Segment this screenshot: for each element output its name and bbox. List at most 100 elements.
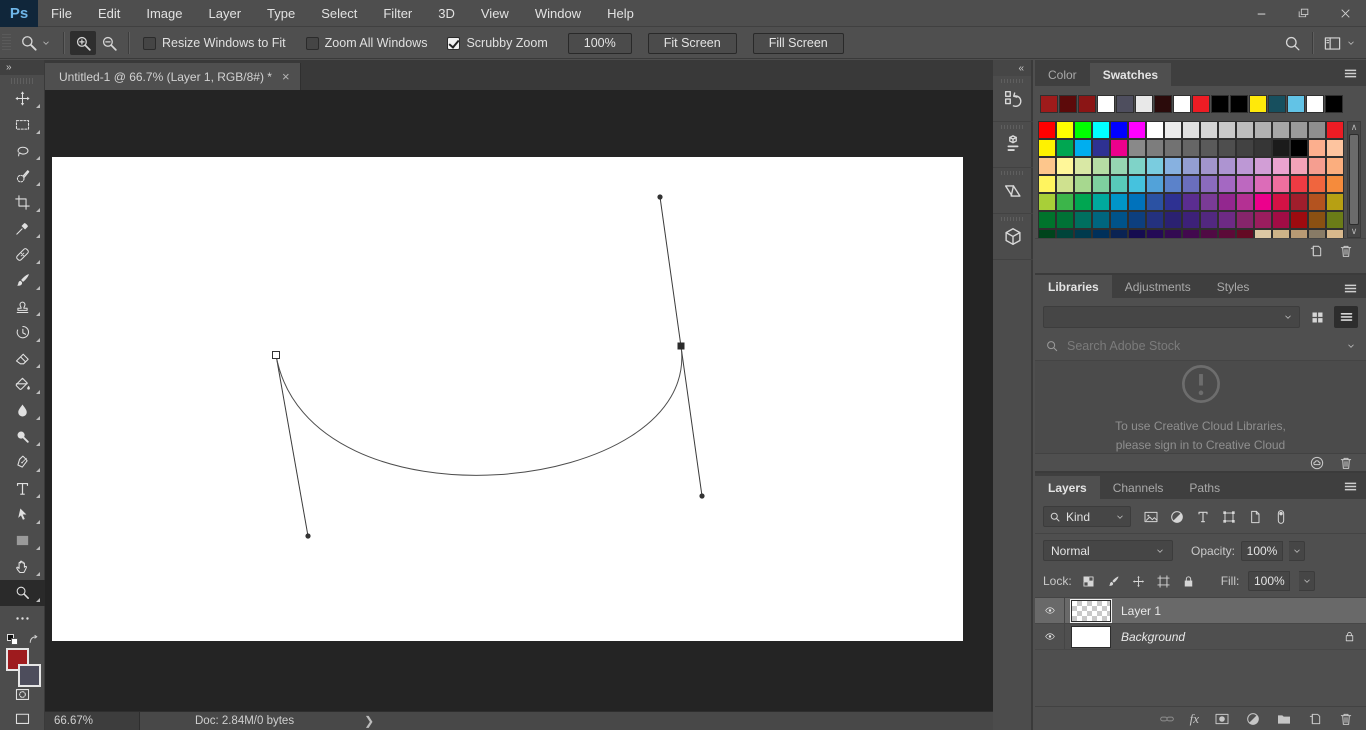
zoom-in-button[interactable] <box>70 31 96 55</box>
menu-help[interactable]: Help <box>594 0 647 26</box>
new-adjustment-layer-icon[interactable] <box>1245 711 1261 727</box>
swatch-1-1[interactable] <box>1056 139 1074 157</box>
recent-swatch-14[interactable] <box>1306 95 1324 113</box>
swatch-3-13[interactable] <box>1272 175 1290 193</box>
swatch-3-12[interactable] <box>1254 175 1272 193</box>
panel-menu-icon[interactable] <box>1343 479 1358 492</box>
options-grip[interactable] <box>2 34 11 52</box>
new-group-folder-icon[interactable] <box>1276 711 1292 727</box>
library-search[interactable]: Search Adobe Stock <box>1035 332 1366 361</box>
swatch-3-2[interactable] <box>1074 175 1092 193</box>
add-layer-mask-icon[interactable] <box>1214 711 1230 727</box>
swatch-1-12[interactable] <box>1254 139 1272 157</box>
recent-swatch-7[interactable] <box>1173 95 1191 113</box>
tool-history-brush[interactable] <box>0 320 45 346</box>
swatch-2-0[interactable] <box>1038 157 1056 175</box>
dock-3d-panel[interactable] <box>993 214 1033 260</box>
menu-file[interactable]: File <box>38 0 85 26</box>
pen-path[interactable] <box>52 157 963 641</box>
swatch-2-8[interactable] <box>1182 157 1200 175</box>
layer-row-background[interactable]: Background <box>1035 624 1366 650</box>
swatch-1-0[interactable] <box>1038 139 1056 157</box>
swatch-6-7[interactable] <box>1164 229 1182 238</box>
swatch-5-8[interactable] <box>1182 211 1200 229</box>
recent-swatch-8[interactable] <box>1192 95 1210 113</box>
panel-menu-icon[interactable] <box>1343 66 1358 79</box>
swatch-3-6[interactable] <box>1146 175 1164 193</box>
fill-value[interactable]: 100% <box>1248 571 1291 591</box>
swatch-1-15[interactable] <box>1308 139 1326 157</box>
swatch-0-13[interactable] <box>1272 121 1290 139</box>
swatch-4-5[interactable] <box>1128 193 1146 211</box>
close-button[interactable] <box>1324 0 1366 26</box>
swatch-3-1[interactable] <box>1056 175 1074 193</box>
swatch-1-16[interactable] <box>1326 139 1344 157</box>
swatch-0-5[interactable] <box>1128 121 1146 139</box>
swatch-6-11[interactable] <box>1236 229 1254 238</box>
swatch-3-7[interactable] <box>1164 175 1182 193</box>
dock-history-panel[interactable] <box>993 76 1033 122</box>
swatch-6-2[interactable] <box>1074 229 1092 238</box>
tool-path-selection[interactable] <box>0 502 45 528</box>
swatch-0-7[interactable] <box>1164 121 1182 139</box>
layer-effects-fx-icon[interactable]: fx <box>1190 711 1199 727</box>
swatch-3-14[interactable] <box>1290 175 1308 193</box>
adjustment-filter-icon[interactable] <box>1168 509 1186 525</box>
swatch-4-13[interactable] <box>1272 193 1290 211</box>
swatch-0-2[interactable] <box>1074 121 1092 139</box>
swatch-5-13[interactable] <box>1272 211 1290 229</box>
grid-view-button[interactable] <box>1305 306 1329 328</box>
swatch-0-15[interactable] <box>1308 121 1326 139</box>
swatch-6-6[interactable] <box>1146 229 1164 238</box>
swatch-2-1[interactable] <box>1056 157 1074 175</box>
swatch-6-3[interactable] <box>1092 229 1110 238</box>
swatch-4-4[interactable] <box>1110 193 1128 211</box>
swatch-5-16[interactable] <box>1326 211 1344 229</box>
swatch-1-6[interactable] <box>1146 139 1164 157</box>
tool-blur[interactable] <box>0 398 45 424</box>
libraries-tab-adjustments[interactable]: Adjustments <box>1111 275 1204 298</box>
swatch-6-13[interactable] <box>1272 229 1290 238</box>
blend-mode-select[interactable]: Normal <box>1043 540 1173 561</box>
tool-edit-toolbar-ellipsis[interactable] <box>0 606 45 632</box>
swatch-5-4[interactable] <box>1110 211 1128 229</box>
tool-spot-healing-brush[interactable] <box>0 242 45 268</box>
libraries-tab-libraries[interactable]: Libraries <box>1035 275 1112 298</box>
visibility-toggle[interactable] <box>1035 624 1065 649</box>
menu-edit[interactable]: Edit <box>85 0 133 26</box>
link-layers-icon[interactable] <box>1159 711 1175 727</box>
layers-tab-channels[interactable]: Channels <box>1099 476 1177 499</box>
status-doc-info[interactable]: Doc: 2.84M/0 bytes ❯ <box>140 714 374 728</box>
chevron-down-icon[interactable] <box>1346 38 1356 48</box>
swatch-0-14[interactable] <box>1290 121 1308 139</box>
recent-swatch-9[interactable] <box>1211 95 1229 113</box>
delete-library-trash-icon[interactable] <box>1338 455 1354 471</box>
tool-rectangular-marquee[interactable] <box>0 112 45 138</box>
chevron-down-icon[interactable] <box>1346 341 1356 351</box>
swatch-0-1[interactable] <box>1056 121 1074 139</box>
opacity-value[interactable]: 100% <box>1241 540 1284 561</box>
checkbox-resize-windows-to-fit[interactable]: Resize Windows to Fit <box>143 36 286 50</box>
active-tool-badge[interactable] <box>13 33 57 53</box>
layer-thumbnail[interactable] <box>1070 598 1112 623</box>
swatch-4-0[interactable] <box>1038 193 1056 211</box>
swatch-4-7[interactable] <box>1164 193 1182 211</box>
checkbox-box[interactable] <box>447 36 461 50</box>
swatch-2-12[interactable] <box>1254 157 1272 175</box>
libraries-tab-styles[interactable]: Styles <box>1203 275 1263 298</box>
swatch-2-7[interactable] <box>1164 157 1182 175</box>
smart-object-filter-icon[interactable] <box>1246 509 1264 525</box>
swatch-3-9[interactable] <box>1200 175 1218 193</box>
swatch-4-2[interactable] <box>1074 193 1092 211</box>
swatch-5-0[interactable] <box>1038 211 1056 229</box>
filter-toggle-icon[interactable] <box>1272 509 1290 525</box>
swatch-2-10[interactable] <box>1218 157 1236 175</box>
status-chevron-icon[interactable]: ❯ <box>364 714 374 728</box>
recent-swatch-11[interactable] <box>1249 95 1267 113</box>
recent-swatch-10[interactable] <box>1230 95 1248 113</box>
swatch-1-5[interactable] <box>1128 139 1146 157</box>
delete-layer-trash-icon[interactable] <box>1338 711 1354 727</box>
dock-info-panel[interactable] <box>993 168 1033 214</box>
swatch-1-4[interactable] <box>1110 139 1128 157</box>
swatch-6-5[interactable] <box>1128 229 1146 238</box>
